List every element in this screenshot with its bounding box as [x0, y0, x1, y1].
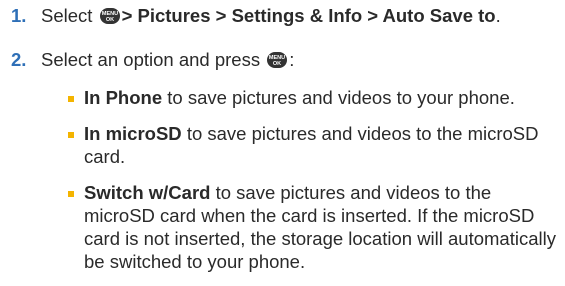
instruction-page: 1. Select MENU OK > Pictures > Settings …: [0, 0, 565, 280]
option-list: In Phone to save pictures and videos to …: [68, 86, 558, 286]
step-text: Select an option and press MENU OK :: [41, 48, 294, 75]
list-item: In Phone to save pictures and videos to …: [68, 86, 558, 109]
option-name: In Phone: [84, 87, 163, 108]
step-prefix: Select: [41, 5, 98, 26]
list-item: In microSD to save pictures and videos t…: [68, 122, 558, 168]
step-number: 1.: [11, 5, 27, 26]
option-description: to save pictures and videos to your phon…: [167, 87, 515, 108]
menu-ok-key-icon: MENU OK: [266, 51, 288, 75]
step-text: Select MENU OK > Pictures > Settings & I…: [41, 4, 501, 31]
bullet-square-icon: [68, 191, 74, 197]
step-number: 2.: [11, 49, 27, 70]
key-label-bottom: OK: [105, 17, 113, 23]
list-item: Switch w/Card to save pictures and video…: [68, 181, 558, 273]
menu-ok-key-icon: MENU OK: [99, 7, 121, 31]
step-text-main: Select an option and press: [41, 49, 266, 70]
option-name: In microSD: [84, 123, 182, 144]
step-suffix: :: [289, 49, 295, 70]
option-name: Switch w/Card: [84, 182, 211, 203]
step-suffix: .: [495, 5, 501, 26]
bullet-square-icon: [68, 132, 74, 138]
bullet-square-icon: [68, 96, 74, 102]
key-label-bottom: OK: [273, 61, 281, 67]
menu-path: > Pictures > Settings & Info > Auto Save…: [121, 5, 496, 26]
